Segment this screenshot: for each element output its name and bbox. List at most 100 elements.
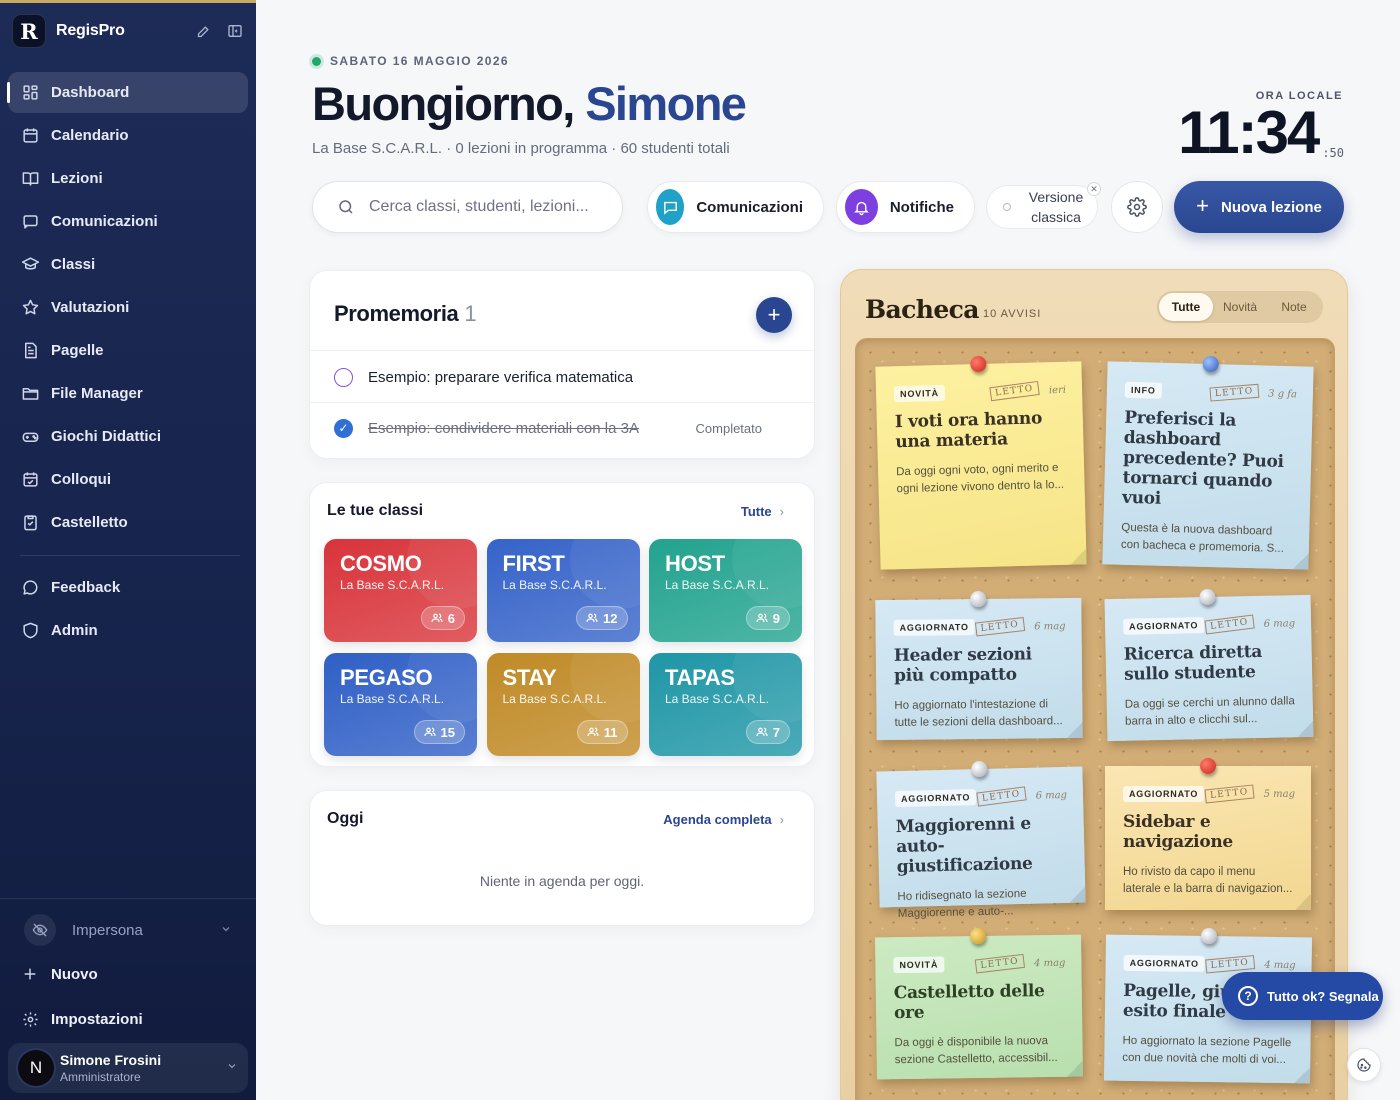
note-tag: AGGIORNATO (1122, 617, 1205, 635)
search-box[interactable] (312, 181, 623, 233)
sidebar-item-admin[interactable]: Admin (8, 610, 248, 651)
sticky-note[interactable]: AGGIORNATO LETTO 6 mag Ricerca diretta sull… (1104, 588, 1314, 742)
cookie-icon[interactable] (1347, 1048, 1381, 1082)
gear-icon (20, 1011, 40, 1028)
filter-tutte[interactable]: Tutte (1159, 293, 1213, 321)
pushpin-icon (1200, 758, 1216, 774)
class-name: FIRST (502, 551, 565, 576)
sidebar-item-classi[interactable]: Classi (8, 244, 248, 285)
notifiche-label: Notifiche (889, 198, 954, 216)
note-tag: INFO (1124, 381, 1162, 399)
note-tag: NOVITÀ (893, 956, 945, 974)
nav-divider (20, 555, 240, 556)
add-reminder-button[interactable]: + (756, 297, 792, 333)
impostazioni-link[interactable]: Impostazioni (20, 1007, 143, 1031)
filter-note[interactable]: Note (1267, 293, 1321, 321)
reminder-item[interactable]: ✓ Esempio: condividere materiali con la … (334, 417, 794, 439)
shield-icon (20, 621, 40, 641)
oggi-title: Oggi (327, 810, 364, 827)
bacheca-filter: Tutte Novità Note (1157, 291, 1323, 323)
class-name: HOST (665, 551, 725, 576)
sticky-note[interactable]: AGGIORNATO LETTO 6 mag Header sezioni più c… (875, 590, 1083, 741)
sidebar-item-label: Lezioni (51, 170, 103, 187)
sticky-note[interactable]: INFO LETTO 3 g fa Preferisci la dashboard p… (1102, 355, 1314, 570)
nuova-lezione-button[interactable]: + Nuova lezione (1174, 181, 1344, 233)
sidebar-item-label: Feedback (51, 579, 121, 596)
collapse-sidebar-icon[interactable] (226, 22, 244, 40)
user-menu[interactable]: N Simone Frosini Amministratore (8, 1043, 248, 1093)
chevron-down-icon (220, 922, 232, 939)
sidebar-item-label: File Manager (51, 385, 143, 402)
user-name: Simone Frosini (60, 1052, 162, 1068)
nuovo-button[interactable]: Nuovo (20, 962, 98, 986)
sidebar-item-colloqui[interactable]: Colloqui (8, 459, 248, 500)
versione-classica-label: Versione classica (1028, 189, 1084, 225)
classi-all-label: Tutte (740, 504, 772, 519)
checkbox[interactable] (334, 367, 353, 387)
class-card-stay[interactable]: STAY La Base S.C.A.R.L. 11 (486, 653, 640, 756)
sidebar-item-label: Castelletto (51, 514, 128, 531)
pushpin-icon (970, 590, 987, 608)
note-description: Da oggi è disponibile la nuova sezione C… (894, 1035, 1058, 1067)
folder-icon (20, 384, 40, 404)
search-input[interactable] (369, 198, 609, 216)
sidebar-item-lezioni[interactable]: Lezioni (8, 158, 248, 199)
comunicazioni-button[interactable]: Comunicazioni (647, 181, 824, 233)
sidebar-item-feedback[interactable]: Feedback (8, 567, 248, 608)
question-icon: ? (1238, 986, 1258, 1006)
edit-icon[interactable] (194, 22, 212, 40)
sidebar-item-giochi-didattici[interactable]: Giochi Didattici (8, 416, 248, 457)
class-card-cosmo[interactable]: COSMO La Base S.C.A.R.L. 6 (324, 539, 477, 642)
notifiche-button[interactable]: Notifiche (836, 181, 975, 233)
users-icon (756, 612, 768, 624)
class-card-tapas[interactable]: TAPAS La Base S.C.A.R.L. 7 (649, 653, 802, 756)
sidebar-item-calendario[interactable]: Calendario (8, 115, 248, 156)
app-logo[interactable]: R (12, 14, 46, 48)
sticky-note[interactable]: NOVITÀ LETTO ieri I voti ora hanno una mate… (875, 355, 1087, 570)
agenda-label: Agenda completa (663, 812, 772, 827)
reminder-item[interactable]: Esempio: preparare verifica matematica (334, 366, 794, 388)
sidebar-item-valutazioni[interactable]: Valutazioni (8, 287, 248, 328)
impersona-select[interactable]: Impersona (12, 909, 244, 951)
checkbox-checked[interactable]: ✓ (334, 418, 353, 438)
sticky-note[interactable]: AGGIORNATO LETTO 6 mag Maggiorenni e auto-g… (876, 760, 1086, 920)
pushpin-icon (1199, 588, 1216, 606)
promemoria-title-text: Promemoria (334, 301, 459, 326)
sidebar-item-label: Calendario (51, 127, 129, 144)
sticky-note[interactable]: NOVITÀ LETTO 4 mag Castelletto delle ore Da … (875, 927, 1083, 1080)
read-stamp: LETTO (974, 617, 1025, 637)
agenda-link[interactable]: Agenda completa › (663, 812, 784, 827)
settings-button[interactable] (1111, 181, 1163, 233)
versione-classica-button[interactable]: Versione classica ✕ (986, 182, 1101, 229)
student-count: 11 (603, 724, 618, 740)
class-card-host[interactable]: HOST La Base S.C.A.R.L. 9 (649, 539, 802, 642)
sidebar-item-castelletto[interactable]: Castelletto (8, 502, 248, 543)
toggle-dot-icon (1003, 203, 1011, 211)
feedback-fab[interactable]: ? Tutto ok? Segnala (1222, 972, 1383, 1020)
sidebar-accent-line (0, 0, 256, 3)
note-title: Sidebar e navigazione (1123, 812, 1233, 852)
read-stamp: LETTO (1209, 383, 1259, 402)
student-count-badge: 15 (413, 720, 465, 744)
filter-novita[interactable]: Novità (1213, 293, 1267, 321)
note-description: Da oggi se cerchi un alunno dalla barra … (1124, 695, 1295, 728)
star-icon (20, 298, 40, 318)
plus-icon (20, 966, 40, 982)
sidebar-item-label: Valutazioni (51, 299, 130, 316)
sidebar-item-comunicazioni[interactable]: Comunicazioni (8, 201, 248, 242)
note-date: 6 mag (1263, 617, 1296, 630)
class-card-first[interactable]: FIRST La Base S.C.A.R.L. 12 (486, 539, 640, 642)
note-tag: AGGIORNATO (894, 789, 977, 808)
classi-all-link[interactable]: Tutte › (741, 504, 784, 519)
sidebar-item-dashboard[interactable]: Dashboard (7, 72, 248, 113)
sticky-note[interactable]: AGGIORNATO LETTO 5 mag Sidebar e navigazion… (1105, 758, 1311, 910)
close-icon[interactable]: ✕ (1087, 182, 1101, 196)
class-card-pegaso[interactable]: PEGASO La Base S.C.A.R.L. 15 (324, 653, 477, 756)
sidebar-item-pagelle[interactable]: Pagelle (8, 330, 248, 371)
sidebar-item-file-manager[interactable]: File Manager (8, 373, 248, 414)
message-icon (656, 189, 685, 225)
bell-icon (845, 189, 878, 225)
student-count-badge: 7 (745, 720, 790, 744)
note-description: Ho aggiornato l'intestazione di tutte le… (894, 698, 1063, 729)
nuova-lezione-label: Nuova lezione (1221, 198, 1322, 216)
